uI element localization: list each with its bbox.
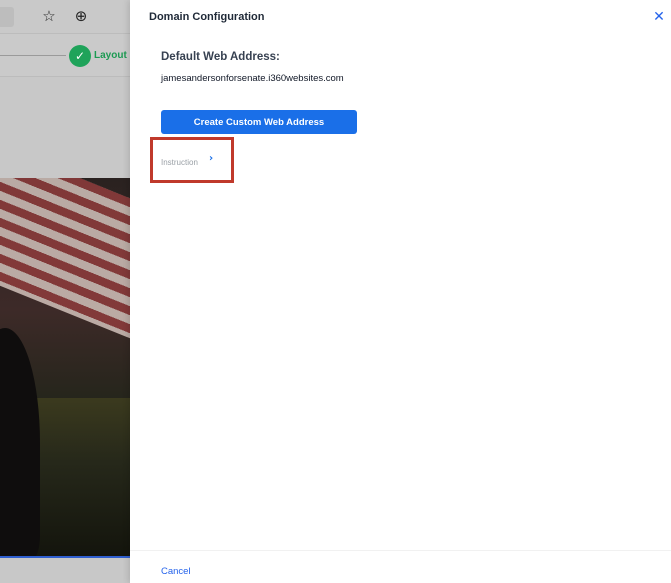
default-address-heading: Default Web Address:: [161, 51, 280, 63]
close-icon[interactable]: ✕: [651, 8, 667, 26]
plus-circle-icon: ⊕: [74, 7, 88, 25]
star-icon: ☆: [42, 7, 56, 25]
instruction-link[interactable]: Instruction: [161, 158, 198, 167]
chevron-right-icon[interactable]: ›: [209, 153, 219, 165]
progress-line: [0, 55, 66, 56]
background-app: ☆ ⊕ ✓ Layout: [0, 0, 130, 583]
flag-image: [0, 178, 130, 343]
cancel-link[interactable]: Cancel: [161, 566, 191, 577]
progress-step-label: Layout: [94, 50, 127, 61]
background-toolbar: ☆ ⊕: [0, 0, 130, 33]
domain-configuration-drawer: Domain Configuration ✕ Default Web Addre…: [130, 0, 671, 583]
drawer-footer: Cancel: [130, 550, 671, 583]
background-progress-bar: ✓ Layout: [0, 33, 130, 77]
background-tab: [0, 7, 14, 27]
check-icon: ✓: [69, 45, 91, 67]
default-address-value: jamesandersonforsenate.i360websites.com: [161, 73, 344, 84]
background-divider: [0, 556, 130, 558]
drawer-title: Domain Configuration: [149, 11, 265, 23]
person-silhouette: [0, 328, 40, 556]
hero-photo: [0, 178, 130, 556]
create-custom-address-button[interactable]: Create Custom Web Address: [161, 110, 357, 134]
